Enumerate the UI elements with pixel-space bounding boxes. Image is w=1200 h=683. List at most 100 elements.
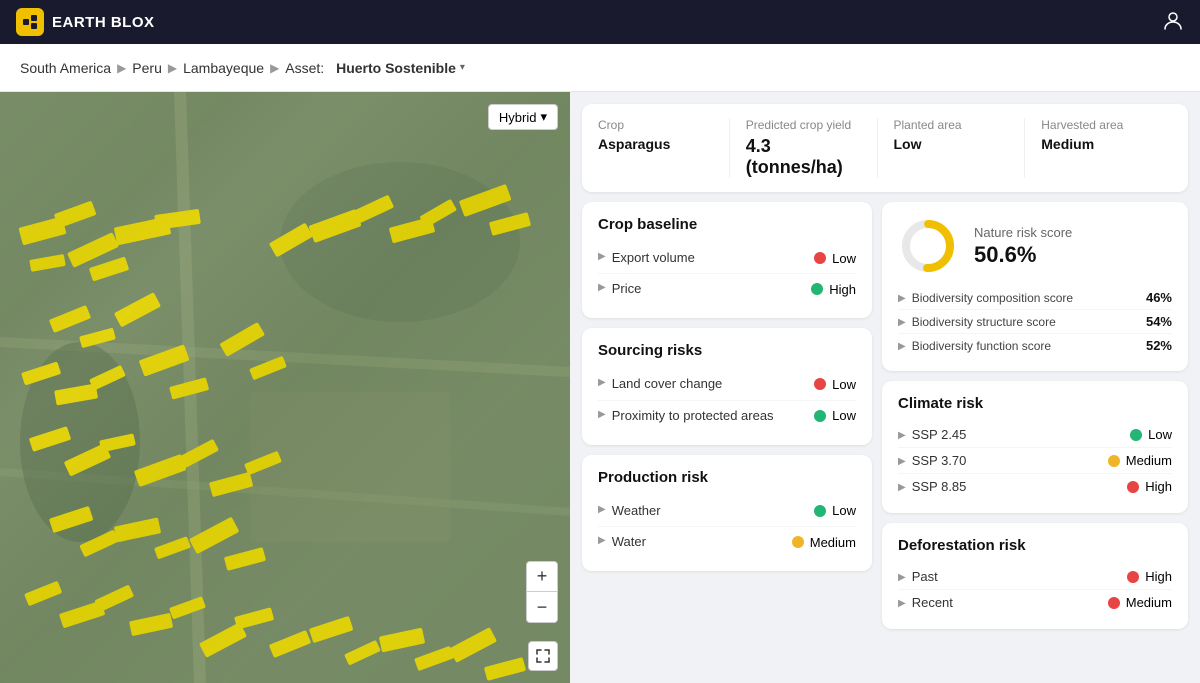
- breadcrumb-country[interactable]: Peru: [132, 60, 162, 76]
- sourcing-row-1: ▶ Proximity to protected areas Low: [598, 401, 856, 431]
- production-status-0: Low: [832, 503, 856, 518]
- climate-row-2: ▶ SSP 8.85 High: [898, 474, 1172, 499]
- map-type-control[interactable]: Hybrid ▾: [488, 104, 558, 130]
- deforestation-row-0: ▶ Past High: [898, 564, 1172, 590]
- expand-icon-c0[interactable]: ▶: [898, 430, 906, 441]
- map-svg: [0, 92, 570, 683]
- expand-icon-d0[interactable]: ▶: [898, 572, 906, 583]
- planted-value: Low: [894, 136, 1009, 152]
- climate-risk-card: Climate risk ▶ SSP 2.45 Low ▶: [882, 381, 1188, 513]
- status-dot-red-d1: [1108, 597, 1120, 609]
- brand-name: EARTH BLOX: [52, 14, 155, 31]
- production-row-0: ▶ Weather Low: [598, 496, 856, 527]
- expand-icon-p0[interactable]: ▶: [598, 504, 606, 515]
- production-label-0: Weather: [612, 502, 661, 520]
- map-type-button[interactable]: Hybrid ▾: [488, 104, 558, 130]
- zoom-in-button[interactable]: +: [527, 562, 557, 592]
- breadcrumb: South America ▶ Peru ▶ Lambayeque ▶ Asse…: [0, 44, 1200, 92]
- sourcing-row-0: ▶ Land cover change Low: [598, 369, 856, 400]
- crop-value: Asparagus: [598, 136, 713, 152]
- expand-icon-s0[interactable]: ▶: [598, 377, 606, 388]
- status-dot-green-1: [811, 283, 823, 295]
- status-dot-yellow-c1: [1108, 455, 1120, 467]
- crop-baseline-label-0: Export volume: [612, 249, 695, 267]
- expand-icon-b2[interactable]: ▶: [898, 341, 906, 352]
- expand-icon-0[interactable]: ▶: [598, 251, 606, 262]
- sourcing-badge-1: Low: [814, 408, 856, 423]
- sourcing-label-0: Land cover change: [612, 375, 723, 393]
- climate-badge-0: Low: [1130, 427, 1172, 442]
- user-icon[interactable]: [1162, 9, 1184, 36]
- nature-risk-label: Nature risk score: [974, 225, 1072, 240]
- expand-icon-s1[interactable]: ▶: [598, 409, 606, 420]
- expand-icon-c2[interactable]: ▶: [898, 482, 906, 493]
- sourcing-risks-title: Sourcing risks: [598, 342, 856, 359]
- biodiversity-pct-2: 52%: [1146, 338, 1172, 353]
- production-risk-title: Production risk: [598, 469, 856, 486]
- deforestation-status-1: Medium: [1126, 595, 1172, 610]
- yield-value: 4.3 (tonnes/ha): [746, 136, 861, 178]
- deforestation-status-0: High: [1145, 569, 1172, 584]
- expand-icon-b0[interactable]: ▶: [898, 293, 906, 304]
- expand-icon-d1[interactable]: ▶: [898, 598, 906, 609]
- main-layout: Hybrid ▾ + − Crop Asparagus Predicted cr…: [0, 92, 1200, 683]
- deforestation-label-1: Recent: [912, 595, 953, 610]
- harvested-label: Harvested area: [1041, 118, 1156, 132]
- production-badge-0: Low: [814, 503, 856, 518]
- biodiversity-label-2: Biodiversity function score: [912, 339, 1051, 353]
- asset-dropdown[interactable]: Asset: Huerto Sostenible ▾: [285, 60, 465, 76]
- crop-baseline-row-1: ▶ Price High: [598, 274, 856, 304]
- production-row-1: ▶ Water Medium: [598, 527, 856, 557]
- expand-icon-1[interactable]: ▶: [598, 282, 606, 293]
- climate-label-1: SSP 3.70: [912, 453, 967, 468]
- climate-badge-1: Medium: [1108, 453, 1172, 468]
- deforestation-badge-0: High: [1127, 569, 1172, 584]
- climate-status-2: High: [1145, 479, 1172, 494]
- navbar: EARTH BLOX: [0, 0, 1200, 44]
- status-dot-red-d0: [1127, 571, 1139, 583]
- status-dot-red-0: [814, 252, 826, 264]
- crop-baseline-row-0: ▶ Export volume Low: [598, 243, 856, 274]
- status-dot-green-c0: [1130, 429, 1142, 441]
- expand-icon-c1[interactable]: ▶: [898, 456, 906, 467]
- map-area: Hybrid ▾ + −: [0, 92, 570, 683]
- asset-label: Asset:: [285, 60, 324, 76]
- breadcrumb-sep-3: ▶: [270, 61, 279, 75]
- sourcing-status-0: Low: [832, 377, 856, 392]
- expand-icon-b1[interactable]: ▶: [898, 317, 906, 328]
- breadcrumb-area[interactable]: Lambayeque: [183, 60, 264, 76]
- deforestation-row-1: ▶ Recent Medium: [898, 590, 1172, 615]
- climate-risk-title: Climate risk: [898, 395, 1172, 412]
- biodiversity-row-2: ▶ Biodiversity function score 52%: [898, 334, 1172, 357]
- biodiversity-label-1: Biodiversity structure score: [912, 315, 1056, 329]
- status-dot-red-c2: [1127, 481, 1139, 493]
- biodiversity-rows: ▶ Biodiversity composition score 46% ▶ B…: [898, 286, 1172, 357]
- climate-label-2: SSP 8.85: [912, 479, 967, 494]
- deforestation-risk-title: Deforestation risk: [898, 537, 1172, 554]
- crop-baseline-badge-0: Low: [814, 251, 856, 266]
- map-type-label: Hybrid: [499, 110, 537, 125]
- climate-row-0: ▶ SSP 2.45 Low: [898, 422, 1172, 448]
- production-badge-1: Medium: [792, 535, 856, 550]
- biodiversity-row-0: ▶ Biodiversity composition score 46%: [898, 286, 1172, 310]
- zoom-controls[interactable]: + −: [526, 561, 558, 623]
- expand-icon-p1[interactable]: ▶: [598, 535, 606, 546]
- status-dot-yellow-p1: [792, 536, 804, 548]
- asset-name: Huerto Sostenible: [336, 60, 456, 76]
- crop-baseline-card: Crop baseline ▶ Export volume Low: [582, 202, 872, 318]
- sourcing-label-1: Proximity to protected areas: [612, 407, 774, 425]
- left-col: Crop baseline ▶ Export volume Low: [582, 202, 872, 671]
- harvested-item: Harvested area Medium: [1024, 118, 1172, 178]
- yield-item: Predicted crop yield 4.3 (tonnes/ha): [729, 118, 877, 178]
- breadcrumb-region[interactable]: South America: [20, 60, 111, 76]
- right-col: Nature risk score 50.6% ▶ Biodiversity c…: [882, 202, 1188, 671]
- zoom-out-button[interactable]: −: [527, 592, 557, 622]
- production-label-1: Water: [612, 533, 646, 551]
- climate-label-0: SSP 2.45: [912, 427, 967, 442]
- fullscreen-button[interactable]: [528, 641, 558, 671]
- biodiversity-label-0: Biodiversity composition score: [912, 291, 1073, 305]
- crop-baseline-title: Crop baseline: [598, 216, 856, 233]
- deforestation-badge-1: Medium: [1108, 595, 1172, 610]
- crop-label: Crop: [598, 118, 713, 132]
- sourcing-risks-card: Sourcing risks ▶ Land cover change Low: [582, 328, 872, 444]
